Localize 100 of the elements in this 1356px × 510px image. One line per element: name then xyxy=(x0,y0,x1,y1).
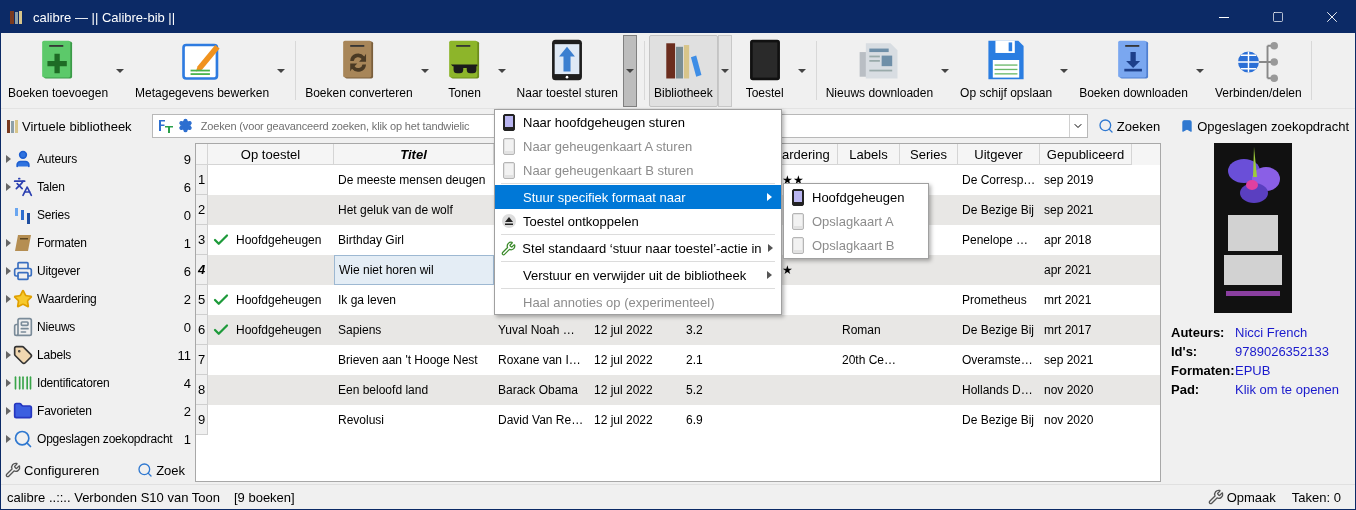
expand-arrow-icon[interactable] xyxy=(5,183,11,191)
column-header[interactable]: Uitgever xyxy=(974,146,1023,162)
tools-icon xyxy=(501,240,517,256)
connection-status: calibre ..::.. Verbonden S10 van Toon xyxy=(7,489,220,505)
expand-arrow-icon[interactable] xyxy=(5,351,11,359)
category-item[interactable]: Auteurs 9 xyxy=(3,145,193,173)
caret-icon xyxy=(1195,69,1204,73)
minimize-icon xyxy=(1219,16,1229,18)
settings-icon[interactable] xyxy=(177,118,193,133)
table-cell: sep 2021 xyxy=(1044,353,1094,367)
expand-arrow-icon[interactable] xyxy=(5,239,11,247)
expand-arrow-icon[interactable] xyxy=(5,435,11,443)
table-cell: Hoofdgeheugen xyxy=(236,323,322,337)
barcode-icon xyxy=(13,373,33,393)
field-link[interactable]: 9789026352133 xyxy=(1235,344,1355,359)
toolbar-button[interactable]: Verbinden/delen xyxy=(1209,35,1307,107)
category-item[interactable]: Identificatoren 4 xyxy=(3,369,193,397)
field-label: Auteurs: xyxy=(1171,325,1226,340)
expand-arrow-icon[interactable] xyxy=(5,407,11,415)
expand-arrow-icon[interactable] xyxy=(5,295,11,303)
category-item[interactable]: Talen 6 xyxy=(3,173,193,201)
field-label: Formaten: xyxy=(1171,363,1235,378)
table-cell: 12 jul 2022 xyxy=(594,323,653,337)
expand-arrow-icon[interactable] xyxy=(5,267,11,275)
toolbar-button[interactable]: Op schijf opslaan xyxy=(955,35,1058,107)
field-link[interactable]: EPUB xyxy=(1235,363,1355,378)
table-cell: Hoofdgeheugen xyxy=(236,233,322,247)
printer-icon xyxy=(13,261,33,281)
menu-item[interactable]: Hoofdgeheugen xyxy=(784,185,928,209)
category-item[interactable]: Nieuws 0 xyxy=(3,313,193,341)
caret-icon xyxy=(420,69,429,73)
table-cell: Sapiens xyxy=(338,323,382,337)
menu-item[interactable]: Stel standaard ‘stuur naar toestel’-actie in xyxy=(495,236,781,260)
category-item[interactable]: Waardering 2 xyxy=(3,285,193,313)
tablet-icon xyxy=(792,212,804,230)
format-icon xyxy=(157,118,174,133)
toolbar-button[interactable]: Boeken converteren xyxy=(300,35,418,107)
toolbar-button[interactable]: Tonen xyxy=(434,35,495,107)
layout-button[interactable]: Opmaak xyxy=(1205,487,1278,507)
toolbar-button[interactable]: Naar toestel sturen xyxy=(511,35,623,107)
tablet-icon xyxy=(503,161,515,179)
table-cell: Overamste… xyxy=(962,353,1033,367)
column-header[interactable]: Gepubliceerd xyxy=(1046,146,1125,162)
table-cell: nov 2020 xyxy=(1044,413,1094,427)
table-cell: Roman xyxy=(842,323,881,337)
jobs-status: Taken: 0 xyxy=(1291,489,1341,505)
app-logo-icon xyxy=(9,9,25,25)
expand-arrow-icon[interactable] xyxy=(5,379,11,387)
table-cell: De meeste mensen deugen xyxy=(338,173,486,187)
column-header[interactable]: Op toestel xyxy=(240,146,301,162)
category-item[interactable]: Opgeslagen zoekopdracht 1 xyxy=(3,425,193,453)
toolbar-button[interactable]: Metagegevens bewerken xyxy=(130,35,275,107)
field-link[interactable]: Klik om te openen xyxy=(1235,382,1355,397)
row-number: 5 xyxy=(196,285,208,315)
rating-stars: ★★ xyxy=(782,173,804,187)
dropdown-button[interactable] xyxy=(623,35,637,107)
column-header[interactable]: Series xyxy=(910,146,947,162)
menu-item[interactable]: Toestel ontkoppelen xyxy=(495,209,781,233)
search-icon xyxy=(13,429,33,449)
search-button[interactable]: Zoeken xyxy=(1095,116,1163,136)
language-icon xyxy=(13,177,33,197)
table-cell: Wie niet horen wil xyxy=(339,263,434,277)
table-cell: De Bezige Bij xyxy=(962,203,1035,217)
virtual-library-button[interactable]: Virtuele bibliotheek xyxy=(5,116,134,136)
tablet-icon xyxy=(792,236,804,254)
toolbar-button[interactable]: Nieuws downloaden xyxy=(820,35,939,107)
expand-arrow-icon[interactable] xyxy=(5,155,11,163)
category-item[interactable]: Series 0 xyxy=(3,201,193,229)
saved-searches-button[interactable]: Opgeslagen zoekopdracht xyxy=(1178,116,1351,136)
caret-icon xyxy=(497,69,506,73)
column-header[interactable]: ardering xyxy=(782,146,830,162)
caret-icon xyxy=(277,69,286,73)
book-count: [9 boeken] xyxy=(233,489,295,505)
column-header[interactable]: Labels xyxy=(849,146,888,162)
table-cell: Hoofdgeheugen xyxy=(236,293,322,307)
field-link[interactable]: Nicci French xyxy=(1235,325,1355,340)
table-cell: De Bezige Bij xyxy=(962,323,1035,337)
table-cell: 6.9 xyxy=(686,413,703,427)
table-cell: sep 2021 xyxy=(1044,203,1094,217)
table-cell: Een beloofd land xyxy=(338,383,429,397)
menu-item[interactable]: Stuur specifiek formaat naar xyxy=(495,185,781,209)
menu-item[interactable]: Verstuur en verwijder uit de bibliotheek xyxy=(495,263,781,287)
row-number: 8 xyxy=(196,375,208,405)
search-icon xyxy=(1097,118,1114,134)
toolbar-button[interactable]: Boeken toevoegen xyxy=(3,35,114,107)
column-header[interactable]: Titel xyxy=(400,146,427,162)
row-number: 6 xyxy=(196,315,208,345)
find-button[interactable]: Zoek xyxy=(135,460,188,480)
books-icon xyxy=(7,119,19,133)
toolbar-button[interactable]: Boeken downloaden xyxy=(1074,35,1193,107)
category-item[interactable]: Uitgever 6 xyxy=(3,257,193,285)
category-item[interactable]: Formaten 1 xyxy=(3,229,193,257)
configure-button[interactable]: Configureren xyxy=(3,460,102,480)
category-item[interactable]: Favorieten 2 xyxy=(3,397,193,425)
table-cell: Het geluk van de wolf xyxy=(338,203,453,217)
tablet-icon xyxy=(503,137,515,155)
toolbar-button[interactable]: Bibliotheek xyxy=(649,35,718,107)
table-cell: sep 2019 xyxy=(1044,173,1094,187)
category-item[interactable]: Labels 11 xyxy=(3,341,193,369)
toolbar-button[interactable]: Toestel xyxy=(734,35,795,107)
